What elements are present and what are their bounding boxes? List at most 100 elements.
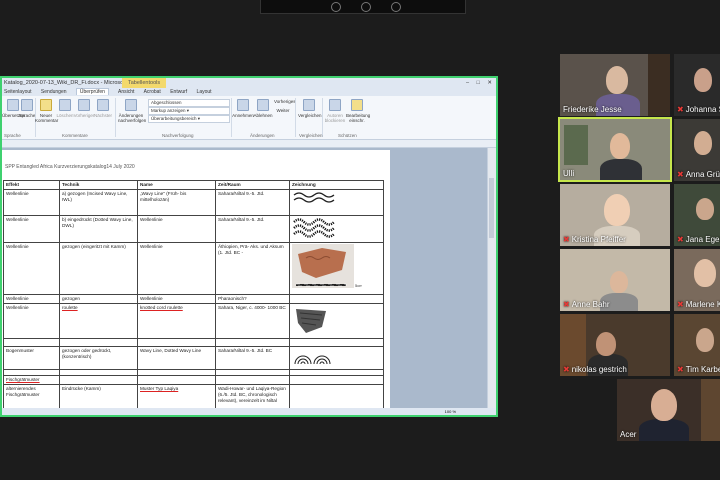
participant-name: ✖ Anne Bahr xyxy=(563,300,610,309)
tab-layout[interactable]: Layout xyxy=(197,89,212,95)
drawing-cell: 5cm xyxy=(289,242,384,295)
participant-tile[interactable]: ✖ Jana Eger xyxy=(674,184,720,246)
participant-tile-active[interactable]: Ulli xyxy=(558,117,672,182)
next-change-label: Weiter xyxy=(276,108,290,113)
participant-tile[interactable]: Friederike Jesse xyxy=(560,54,670,116)
muted-mic-icon: ✖ xyxy=(677,105,684,114)
participant-face xyxy=(696,328,714,352)
track-changes-label: Änderungen nachverfolgen xyxy=(118,113,147,123)
minimize-icon[interactable]: – xyxy=(466,80,469,86)
compare-button[interactable]: Vergleichen xyxy=(298,99,322,118)
table-cell: Sahara, Niger, c. 4000- 1000 BC xyxy=(215,303,290,339)
participant-body xyxy=(639,419,689,441)
table-cell: Wellenlinie xyxy=(3,189,60,216)
tab-acrobat[interactable]: Acrobat xyxy=(144,89,161,95)
ribbon-tabs: Seitenlayout Sendungen Überprüfen Ansich… xyxy=(2,88,496,96)
participant-name: ✖ Kristina Pfeiffer xyxy=(563,235,626,244)
table-cell: Sahara/Niltal 9.-5. Jtd. BC xyxy=(215,346,290,370)
table-row: Wellenlinie b) eingedrückt (Dotted Wavy … xyxy=(3,215,384,243)
restrict-editing-button[interactable]: Bearbeitung einschr. xyxy=(346,99,370,123)
tab-sendungen[interactable]: Sendungen xyxy=(41,89,67,95)
group-label-kommentare: Kommentare xyxy=(62,133,88,138)
participant-name-text: Johanna Sigl xyxy=(685,105,720,114)
document-page[interactable]: SPP Entangled Africa Kurzverzierungskata… xyxy=(2,150,390,408)
next-change-button[interactable]: Weiter xyxy=(274,108,292,113)
table-cell: a) gezogen (Incised Wavy Line, IWL) xyxy=(59,189,138,216)
reviewing-pane-dropdown[interactable]: Überarbeitungsbereich ▾ xyxy=(148,115,230,123)
close-icon[interactable]: ✕ xyxy=(487,80,492,86)
table-cell xyxy=(59,338,138,347)
participant-body xyxy=(600,159,642,180)
block-authors-icon xyxy=(329,99,341,111)
delete-label: Löschen xyxy=(56,113,74,118)
participant-tile[interactable]: ✖Johanna Sigl xyxy=(674,54,720,116)
shared-screen: Katalog_2020-07-13_Wiki_DR_Fi.docx - Mic… xyxy=(0,76,498,417)
show-markup-dropdown[interactable]: Markup anzeigen ▾ xyxy=(148,107,230,115)
screen-share-toolbar[interactable] xyxy=(260,0,466,14)
participant-face xyxy=(610,133,630,159)
block-authors-button[interactable]: Autoren blockieren xyxy=(324,99,346,123)
participant-tile[interactable]: Acer xyxy=(617,379,720,441)
previous-icon xyxy=(78,99,90,111)
table-row: Wellenlinie roulette knotted cord roulet… xyxy=(3,303,384,339)
table-cell: Sahara/Niltal 9.-5. Jtd. xyxy=(215,215,290,243)
participant-face xyxy=(596,332,616,356)
track-changes-button[interactable]: Änderungen nachverfolgen xyxy=(118,99,147,123)
table-row: Fischgrätmuster xyxy=(3,375,384,385)
participant-face xyxy=(694,259,716,287)
column-header: Zeichnung xyxy=(289,180,384,190)
tab-ansicht[interactable]: Ansicht xyxy=(118,89,134,95)
drawing-cell xyxy=(289,346,384,370)
group-divider xyxy=(115,98,116,137)
participant-face xyxy=(604,194,630,226)
participant-name-text: Ulli xyxy=(563,169,575,178)
drawing-cell xyxy=(289,303,384,339)
table-row: Bogenmuster gezogen oder gedrückt, (konz… xyxy=(3,346,384,370)
muted-mic-icon: ✖ xyxy=(677,300,684,309)
accept-icon xyxy=(237,99,249,111)
table-cell: Bogenmuster xyxy=(3,346,60,370)
zoom-level[interactable]: 100 % xyxy=(445,408,456,415)
table-cell xyxy=(137,338,216,347)
audio-indicator-icon xyxy=(331,2,341,12)
participant-name-text: Friederike Jesse xyxy=(563,105,622,114)
tab-seitenlayout[interactable]: Seitenlayout xyxy=(4,89,32,95)
bookshelf-background xyxy=(564,125,588,165)
participant-tile[interactable]: ✖Tim Karberg xyxy=(674,314,720,376)
participant-name: Acer xyxy=(620,430,636,439)
maximize-icon[interactable]: □ xyxy=(477,80,480,86)
table-cell: Fischgrätmuster xyxy=(3,375,60,385)
previous-change-button[interactable]: Vorheriges xyxy=(274,99,296,104)
muted-mic-icon: ✖ xyxy=(677,365,684,374)
vertical-scrollbar[interactable] xyxy=(487,148,496,415)
context-tab-tabellentools[interactable]: Tabellentools xyxy=(122,78,167,88)
reject-icon xyxy=(257,99,269,111)
lock-icon xyxy=(351,99,363,111)
group-label-sprache: Sprache xyxy=(4,133,21,138)
tab-ueberpruefen[interactable]: Überprüfen xyxy=(75,88,109,95)
language-label: Sprache xyxy=(18,113,36,118)
participant-tile[interactable]: ✖ Kristina Pfeiffer xyxy=(560,184,670,246)
participant-tile[interactable]: ✖ Anne Bahr xyxy=(560,249,670,311)
reject-button[interactable]: Ablehnen xyxy=(252,99,274,118)
scroll-thumb[interactable] xyxy=(489,178,494,238)
participant-tile[interactable]: ✖Marlene Köster xyxy=(674,249,720,311)
column-header: Effekt xyxy=(3,180,60,190)
horizontal-ruler[interactable] xyxy=(2,140,496,148)
participant-tile[interactable]: ✖Anna Grünen xyxy=(674,119,720,181)
participant-name: ✖ Jana Eger xyxy=(677,235,720,244)
accept-label: Annehmen xyxy=(232,113,254,118)
accept-button[interactable]: Annehmen xyxy=(232,99,254,118)
participant-name-text: Jana Eger xyxy=(685,235,720,244)
next-comment-button[interactable]: Nächster xyxy=(92,99,114,118)
track-changes-icon xyxy=(125,99,137,111)
tab-entwurf[interactable]: Entwurf xyxy=(170,89,187,95)
table-row: Wellenlinie a) gezogen (Incised Wavy Lin… xyxy=(3,189,384,216)
participant-name-text: Kristina Pfeiffer xyxy=(571,235,626,244)
participant-name: ✖Marlene Köster xyxy=(677,300,720,309)
group-label-schuetzen: Schützen xyxy=(338,133,357,138)
muted-mic-icon: ✖ xyxy=(563,235,570,244)
display-for-review-dropdown[interactable]: Abgeschlossen xyxy=(148,99,230,107)
participant-tile[interactable]: ✖ nikolas gestrich xyxy=(560,314,670,376)
participant-name: ✖Anna Grünen xyxy=(677,170,720,179)
